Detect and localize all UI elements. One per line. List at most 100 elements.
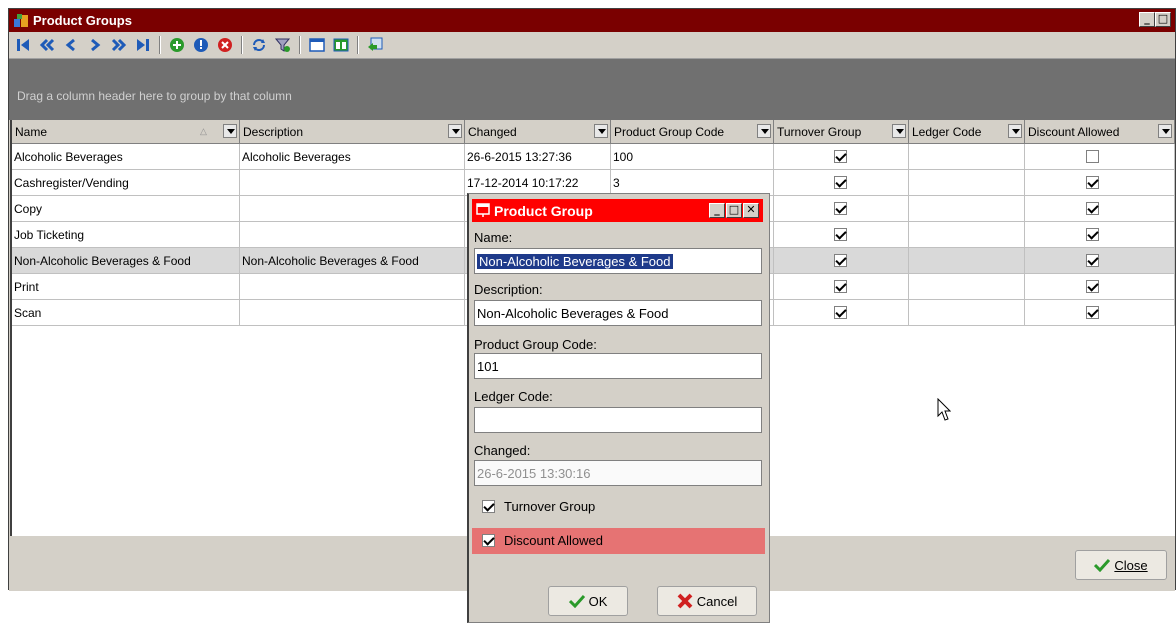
turnover-checkbox[interactable] [834,280,847,293]
column-header-description[interactable]: Description [240,120,465,144]
discount-checkbox[interactable] [1086,202,1099,215]
product-groups-icon [14,14,28,27]
cell-ledger[interactable] [909,170,1025,196]
cell-turnover[interactable] [774,170,909,196]
cell-name[interactable]: Cashregister/Vending [12,170,240,196]
edit-icon[interactable] [191,35,211,55]
close-button[interactable]: Close [1075,550,1167,580]
turnover-checkbox[interactable] [834,228,847,241]
cell-ledger[interactable] [909,248,1025,274]
discount-allowed-checkbox[interactable]: Discount Allowed [472,528,765,554]
cell-ledger[interactable] [909,274,1025,300]
cell-name[interactable]: Print [12,274,240,300]
cell-code[interactable]: 100 [611,144,774,170]
restore-button[interactable]: □ [1155,12,1171,27]
cell-description[interactable]: Alcoholic Beverages [240,144,465,170]
column-dropdown-icon[interactable] [1008,124,1022,138]
columns-icon[interactable] [331,35,351,55]
turnover-group-checkbox[interactable]: Turnover Group [472,494,765,520]
refresh-icon[interactable] [249,35,269,55]
cell-name[interactable]: Job Ticketing [12,222,240,248]
prev-icon[interactable] [61,35,81,55]
cell-changed[interactable]: 26-6-2015 13:27:36 [465,144,611,170]
product-group-code-field[interactable]: 101 [474,353,762,379]
cell-description[interactable] [240,222,465,248]
view-icon[interactable] [307,35,327,55]
discount-checkbox[interactable] [1086,176,1099,189]
column-dropdown-icon[interactable] [757,124,771,138]
dialog-minimize-button[interactable]: _ [709,203,725,218]
column-header-turnover-group[interactable]: Turnover Group [774,120,909,144]
turnover-checkbox[interactable] [834,176,847,189]
turnover-checkbox[interactable] [834,306,847,319]
cell-description[interactable]: Non-Alcoholic Beverages & Food [240,248,465,274]
turnover-checkbox[interactable] [834,150,847,163]
cell-turnover[interactable] [774,196,909,222]
column-dropdown-icon[interactable] [892,124,906,138]
cell-turnover[interactable] [774,222,909,248]
column-header-discount-allowed[interactable]: Discount Allowed [1025,120,1175,144]
first-icon[interactable] [13,35,33,55]
add-icon[interactable] [167,35,187,55]
column-header-name[interactable]: Name △ [12,120,240,144]
cell-turnover[interactable] [774,274,909,300]
next-icon[interactable] [85,35,105,55]
cell-ledger[interactable] [909,222,1025,248]
cell-ledger[interactable] [909,144,1025,170]
column-dropdown-icon[interactable] [223,124,237,138]
cell-discount[interactable] [1025,144,1175,170]
cell-ledger[interactable] [909,300,1025,326]
cell-discount[interactable] [1025,196,1175,222]
cell-turnover[interactable] [774,300,909,326]
export-icon[interactable] [365,35,385,55]
cell-description[interactable] [240,274,465,300]
dialog-close-button[interactable]: ✕ [743,203,759,218]
dialog-maximize-button[interactable]: □ [726,203,742,218]
discount-checkbox[interactable] [1086,280,1099,293]
column-header-product-group-code[interactable]: Product Group Code [611,120,774,144]
cell-discount[interactable] [1025,300,1175,326]
cell-name[interactable]: Alcoholic Beverages [12,144,240,170]
delete-icon[interactable] [215,35,235,55]
turnover-checkbox[interactable] [834,254,847,267]
ok-button[interactable]: OK [548,586,628,616]
discount-checkbox[interactable] [1086,306,1099,319]
cell-discount[interactable] [1025,222,1175,248]
discount-checkbox[interactable] [1086,254,1099,267]
cell-discount[interactable] [1025,170,1175,196]
description-field[interactable]: Non-Alcoholic Beverages & Food [474,300,762,326]
window-title-bar[interactable]: Product Groups _ □ [9,9,1175,32]
cancel-button[interactable]: Cancel [657,586,757,616]
dialog-title-bar[interactable]: Product Group _ □ ✕ [472,199,763,222]
cell-name[interactable]: Copy [12,196,240,222]
column-header-ledger-code[interactable]: Ledger Code [909,120,1025,144]
turnover-checkbox[interactable] [834,202,847,215]
discount-allowed-check[interactable] [482,534,495,547]
group-by-panel[interactable]: Drag a column header here to group by th… [9,59,1175,120]
discount-checkbox[interactable] [1086,150,1099,163]
minimize-button[interactable]: _ [1139,12,1155,27]
cell-description[interactable] [240,196,465,222]
cell-name[interactable]: Scan [12,300,240,326]
cell-discount[interactable] [1025,248,1175,274]
column-dropdown-icon[interactable] [594,124,608,138]
cell-description[interactable] [240,300,465,326]
turnover-group-check[interactable] [482,500,495,513]
cell-description[interactable] [240,170,465,196]
cell-turnover[interactable] [774,144,909,170]
name-field[interactable]: Non-Alcoholic Beverages & Food [474,248,762,274]
last-icon[interactable] [133,35,153,55]
table-row[interactable]: Alcoholic Beverages Alcoholic Beverages 26… [12,144,1175,170]
cell-name[interactable]: Non-Alcoholic Beverages & Food [12,248,240,274]
column-dropdown-icon[interactable] [1158,124,1172,138]
cell-ledger[interactable] [909,196,1025,222]
column-dropdown-icon[interactable] [448,124,462,138]
discount-checkbox[interactable] [1086,228,1099,241]
cell-discount[interactable] [1025,274,1175,300]
prev-page-icon[interactable] [37,35,57,55]
ledger-code-field[interactable] [474,407,762,433]
next-page-icon[interactable] [109,35,129,55]
cell-turnover[interactable] [774,248,909,274]
column-header-changed[interactable]: Changed [465,120,611,144]
filter-icon[interactable] [273,35,293,55]
